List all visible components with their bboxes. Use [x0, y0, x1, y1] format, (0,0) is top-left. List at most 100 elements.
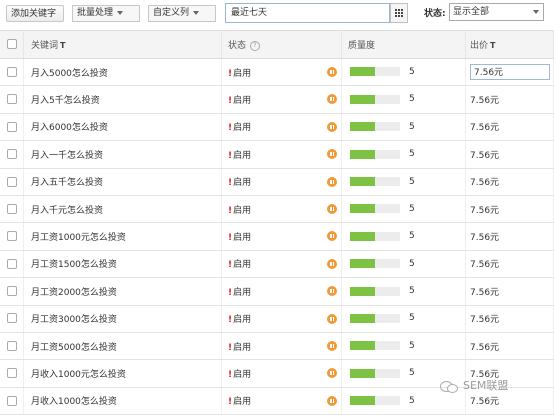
bid-cell[interactable]: 7.56元 [465, 168, 554, 196]
bid-cell[interactable]: 7.56元 [465, 85, 554, 114]
bid-cell[interactable]: 7.56元 [465, 250, 554, 279]
quality-bar-fill [350, 67, 375, 77]
status-cell: !启用 [221, 277, 342, 306]
status-text: 启用 [233, 397, 252, 408]
status-cell: !启用 [221, 332, 342, 361]
keyword-cell[interactable]: 月入5000怎么投资 [23, 58, 222, 87]
column-header-bid-label: 出价 [470, 41, 489, 51]
pause-circle-icon[interactable] [327, 313, 337, 324]
keyword-cell[interactable]: 月入5千怎么投资 [23, 85, 222, 114]
status-filter-select[interactable]: 显示全部 [449, 3, 544, 21]
status-text: 启用 [233, 315, 252, 326]
bid-cell[interactable]: 7.56元 [465, 113, 554, 142]
quality-cell: 5 [341, 58, 466, 87]
status-text: 启用 [233, 287, 252, 298]
keyword-cell[interactable]: 月工资2000怎么投资 [23, 277, 222, 306]
row-checkbox[interactable] [6, 176, 17, 187]
pause-circle-icon[interactable] [327, 121, 337, 132]
quality-bar [350, 231, 400, 241]
keyword-cell[interactable]: 月工资3000怎么投资 [23, 305, 222, 333]
bid-cell[interactable]: 7.56元 [465, 222, 554, 251]
bid-cell[interactable]: 7.56元 [465, 277, 554, 306]
select-all-checkbox[interactable] [6, 39, 17, 50]
bid-cell[interactable]: 7.56元 [465, 195, 554, 224]
chevron-down-icon [193, 10, 200, 15]
column-header-bid[interactable]: 出价 T [465, 30, 554, 59]
row-checkbox[interactable] [6, 258, 17, 269]
status-text: 启用 [233, 342, 252, 353]
status-cell: !启用 [221, 359, 342, 388]
quality-bar [350, 341, 400, 351]
bid-cell[interactable]: 7.56元 [465, 58, 554, 87]
keyword-cell[interactable]: 月工资5000怎么投资 [23, 332, 222, 361]
row-checkbox[interactable] [6, 149, 17, 160]
row-checkbox[interactable] [6, 286, 17, 297]
bid-cell[interactable]: 7.56元 [465, 332, 554, 361]
keyword-cell[interactable]: 月工资1500怎么投资 [23, 250, 222, 279]
row-checkbox[interactable] [6, 231, 17, 242]
bid-value: 7.56元 [470, 205, 500, 216]
column-header-quality[interactable]: 质量度 [341, 30, 466, 59]
row-checkbox[interactable] [6, 368, 17, 379]
toolbar: 添加关键字 批量处理 自定义列 最近七天 状态: 显示全部 [0, 0, 554, 30]
custom-columns-label: 自定义列 [153, 8, 190, 18]
pause-circle-icon[interactable] [327, 258, 337, 269]
bid-cell[interactable]: 7.56元 [465, 140, 554, 169]
quality-cell: 5 [341, 222, 466, 251]
keyword-cell[interactable]: 月收入1000元怎么投资 [23, 359, 222, 388]
quality-bar [350, 177, 400, 186]
keyword-cell[interactable]: 月收入1000怎么投资 [23, 387, 222, 415]
exclamation-icon: ! [228, 260, 233, 271]
status-text: 启用 [233, 369, 252, 380]
quality-bar-fill [350, 122, 375, 132]
quality-bar-fill [350, 286, 375, 296]
filter-icon[interactable]: T [60, 41, 65, 50]
quality-score: 5 [409, 313, 415, 324]
pause-circle-icon[interactable] [327, 340, 337, 351]
row-checkbox[interactable] [6, 313, 17, 324]
quality-bar-fill [350, 177, 375, 186]
row-select-cell [0, 113, 24, 142]
pause-circle-icon[interactable] [327, 67, 337, 77]
calendar-button[interactable] [390, 3, 408, 23]
pause-circle-icon[interactable] [327, 395, 337, 406]
table-row: 月工资1000元怎么投资 !启用 5 7.56元 [0, 222, 554, 251]
row-checkbox[interactable] [6, 121, 17, 132]
quality-bar [350, 368, 400, 378]
pause-circle-icon[interactable] [327, 176, 337, 187]
row-checkbox[interactable] [6, 395, 17, 406]
chevron-down-icon [117, 10, 124, 15]
row-select-cell [0, 332, 24, 361]
pause-circle-icon[interactable] [327, 231, 337, 242]
column-header-keyword[interactable]: 关键词 T [23, 30, 222, 59]
pause-circle-icon[interactable] [327, 149, 337, 160]
quality-bar-fill [350, 368, 375, 378]
add-keyword-button[interactable]: 添加关键字 [6, 5, 64, 22]
keyword-cell[interactable]: 月入五千怎么投资 [23, 168, 222, 196]
keyword-cell[interactable]: 月入6000怎么投资 [23, 113, 222, 142]
row-checkbox[interactable] [6, 203, 17, 214]
keyword-cell[interactable]: 月入千元怎么投资 [23, 195, 222, 224]
row-checkbox[interactable] [6, 94, 17, 105]
quality-bar-fill [350, 259, 375, 269]
row-select-cell [0, 305, 24, 333]
bid-value[interactable]: 7.56元 [470, 64, 550, 81]
custom-columns-dropdown[interactable]: 自定义列 [148, 5, 216, 22]
row-checkbox[interactable] [6, 340, 17, 351]
pause-circle-icon[interactable] [327, 94, 337, 105]
column-header-quality-label: 质量度 [348, 41, 376, 51]
pause-circle-icon[interactable] [327, 286, 337, 297]
batch-process-label: 批量处理 [77, 8, 114, 18]
filter-icon[interactable]: T [490, 41, 495, 50]
batch-process-dropdown[interactable]: 批量处理 [72, 5, 140, 22]
pause-circle-icon[interactable] [327, 368, 337, 379]
row-checkbox[interactable] [6, 66, 17, 77]
keyword-cell[interactable]: 月工资1000元怎么投资 [23, 222, 222, 251]
pause-circle-icon[interactable] [327, 203, 337, 214]
bid-cell[interactable]: 7.56元 [465, 305, 554, 333]
keyword-cell[interactable]: 月入一千怎么投资 [23, 140, 222, 169]
date-range-input[interactable]: 最近七天 [225, 3, 390, 23]
row-select-cell [0, 387, 24, 415]
help-icon[interactable]: ? [250, 40, 261, 51]
table-row: 月工资3000怎么投资 !启用 5 7.56元 [0, 305, 554, 333]
